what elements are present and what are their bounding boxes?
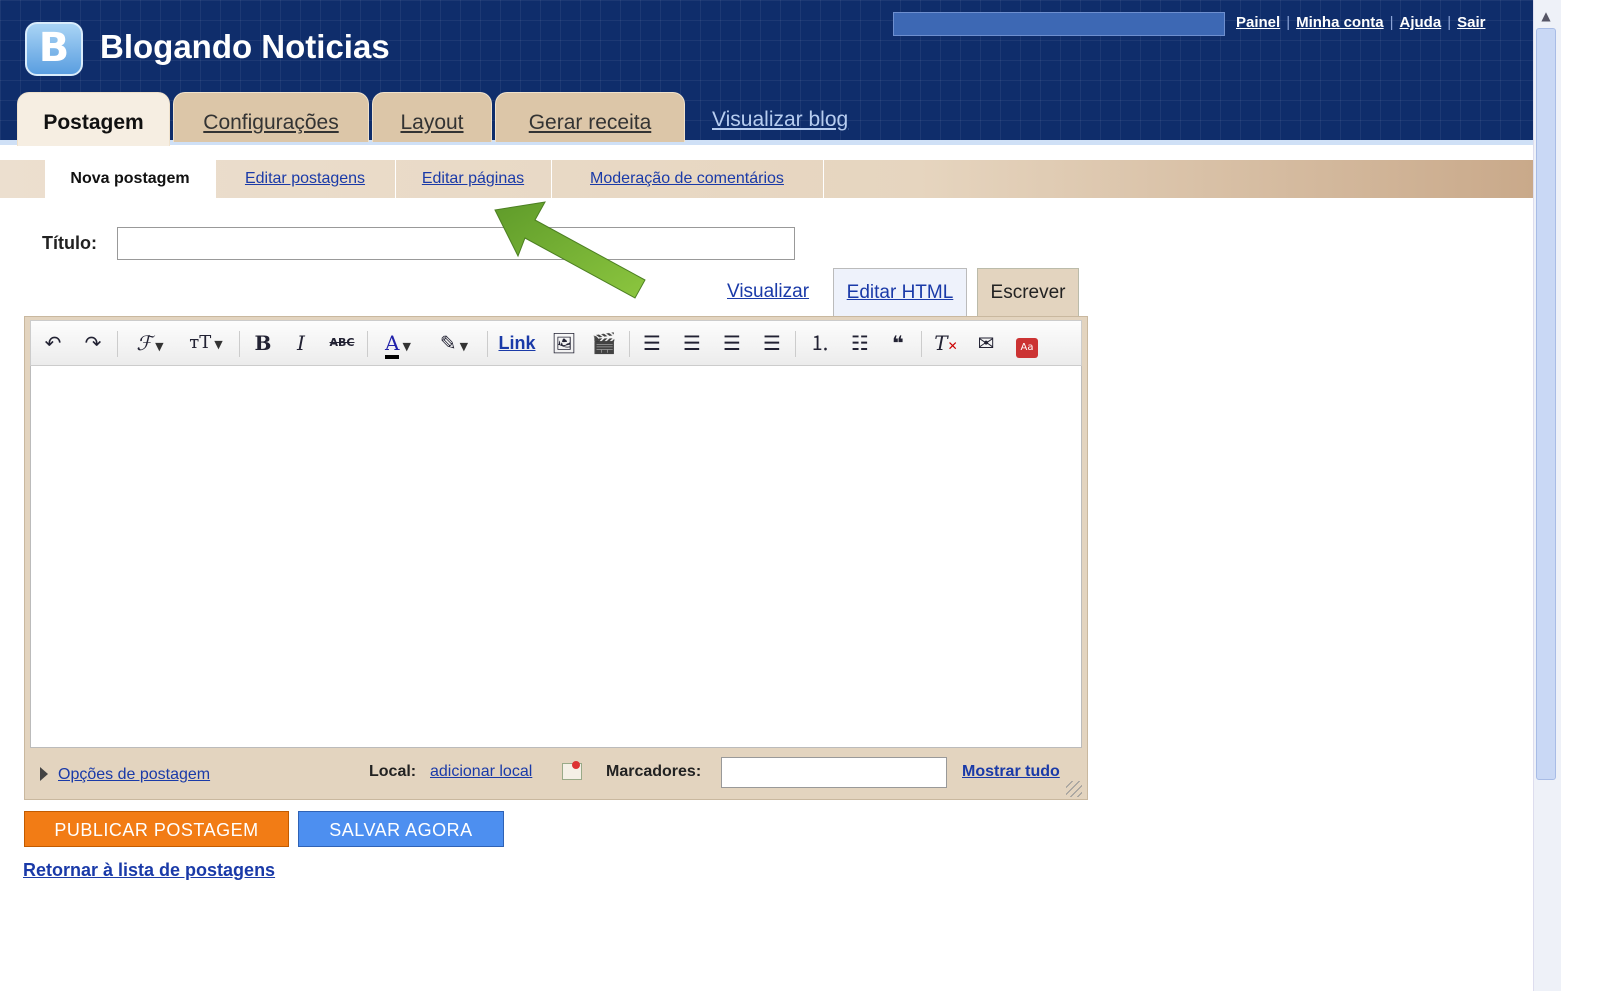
highlight-color-icon[interactable]: ✎ ▼ [431,328,477,358]
toolbar-separator [629,331,630,357]
editor-toolbar: ↶ ↷ ℱ ▼ ᴛT ▼ B I ABC A ▼ ✎ ▼ Link 🖼 🎬 ☰ ☰ ☰ … [30,320,1082,366]
remove-formatting-icon[interactable]: T✕ [931,328,961,358]
top-link-separator: | [1286,14,1291,31]
italic-icon[interactable]: I [287,328,315,358]
post-options[interactable]: Opções de postagem [40,766,210,784]
align-justify-icon[interactable]: ☰ [757,328,787,358]
bulleted-list-icon[interactable]: ☷ [845,328,875,358]
subnav-editar-paginas[interactable]: Editar páginas [395,160,552,198]
publish-button[interactable]: PUBLICAR POSTAGEM [24,811,289,847]
labels-label: Marcadores: [606,763,702,780]
font-family-icon[interactable]: ℱ ▼ [127,328,173,358]
return-link[interactable]: Retornar à lista de postagens [23,860,275,880]
language-icon[interactable]: Aa [1013,328,1041,358]
annotation-arrow-icon [494,201,646,299]
map-icon[interactable] [562,761,582,780]
visualizar-blog-link[interactable]: Visualizar blog [712,108,848,132]
subnav-moderacao-comentarios[interactable]: Moderação de comentários [551,160,824,198]
link-button[interactable]: Link [497,328,537,358]
insert-video-icon[interactable]: 🎬 [589,328,619,358]
top-link-separator: | [1447,14,1452,31]
redo-icon[interactable]: ↷ [79,328,107,358]
top-link-separator: | [1389,14,1394,31]
resize-handle-icon[interactable] [1066,781,1082,797]
tab-configuracoes[interactable]: Configurações [173,92,369,142]
return-to-posts[interactable]: Retornar à lista de postagens [23,860,275,881]
align-left-icon[interactable]: ☰ [637,328,667,358]
add-location-link-wrap[interactable]: adicionar local [430,763,532,781]
toolbar-separator [921,331,922,357]
editar-html-link[interactable]: Editar HTML [847,282,954,303]
scroll-up-icon[interactable]: ▲ [1536,6,1556,26]
toolbar-separator [117,331,118,357]
tab-label[interactable]: Configurações [203,111,338,134]
insert-image-icon[interactable]: 🖼 [549,328,579,358]
subnav-link[interactable]: Editar postagens [245,170,365,187]
local-label: Local: [369,763,417,780]
visualizar-link[interactable]: Visualizar [727,281,809,302]
subnav-bar: Nova postagem Editar postagens Editar pá… [0,160,1533,198]
tab-label[interactable]: Layout [400,111,463,134]
bold-icon[interactable]: B [249,328,277,358]
show-all-link[interactable]: Mostrar tudo [962,763,1060,780]
save-now-button[interactable]: SALVAR AGORA [298,811,504,847]
labels-input[interactable] [721,757,947,788]
subnav-link[interactable]: Moderação de comentários [590,170,784,187]
subnav-editar-postagens[interactable]: Editar postagens [215,160,396,198]
ajuda-link[interactable]: Ajuda [1400,14,1442,31]
show-all-labels[interactable]: Mostrar tudo [962,763,1060,781]
spellcheck-icon[interactable]: ✉ [971,328,1001,358]
add-location-link[interactable]: adicionar local [430,763,532,780]
post-body-editor[interactable] [30,366,1082,748]
align-right-icon[interactable]: ☰ [717,328,747,358]
mode-escrever-tab[interactable]: Escrever [977,268,1079,316]
tab-label[interactable]: Gerar receita [529,111,652,134]
top-search-field[interactable] [893,12,1225,36]
mode-visualizar[interactable]: Visualizar [727,281,809,303]
blog-title: Blogando Noticias [100,28,390,65]
painel-link[interactable]: Painel [1236,14,1280,31]
blockquote-icon[interactable]: ❝ [883,328,913,358]
sair-link[interactable]: Sair [1457,14,1485,31]
undo-icon[interactable]: ↶ [39,328,67,358]
numbered-list-icon[interactable]: ⒈ [805,328,835,358]
minha-conta-link[interactable]: Minha conta [1296,14,1384,31]
post-options-link[interactable]: Opções de postagem [58,766,210,783]
blogger-logo-icon[interactable]: B [25,22,83,76]
align-center-icon[interactable]: ☰ [677,328,707,358]
tab-gerar-receita[interactable]: Gerar receita [495,92,685,142]
expand-triangle-icon[interactable] [40,767,48,781]
subnav-link[interactable]: Editar páginas [422,170,524,187]
post-title-input[interactable] [117,227,795,260]
toolbar-separator [367,331,368,357]
scrollbar-thumb[interactable] [1536,28,1556,780]
strikethrough-icon[interactable]: ABC [325,328,359,358]
title-label: Título: [42,233,97,253]
top-links: Painel | Minha conta | Ajuda | Sair [1236,14,1485,31]
tab-layout[interactable]: Layout [372,92,492,142]
font-size-icon[interactable]: ᴛT ▼ [181,328,231,358]
text-color-icon[interactable]: A ▼ [375,328,421,359]
tab-postagem[interactable]: Postagem [17,92,170,146]
toolbar-separator [795,331,796,357]
toolbar-separator [239,331,240,357]
mode-editar-html-tab[interactable]: Editar HTML [833,268,967,316]
subnav-nova-postagem[interactable]: Nova postagem [45,160,216,198]
toolbar-separator [487,331,488,357]
tab-label: Postagem [43,111,144,134]
